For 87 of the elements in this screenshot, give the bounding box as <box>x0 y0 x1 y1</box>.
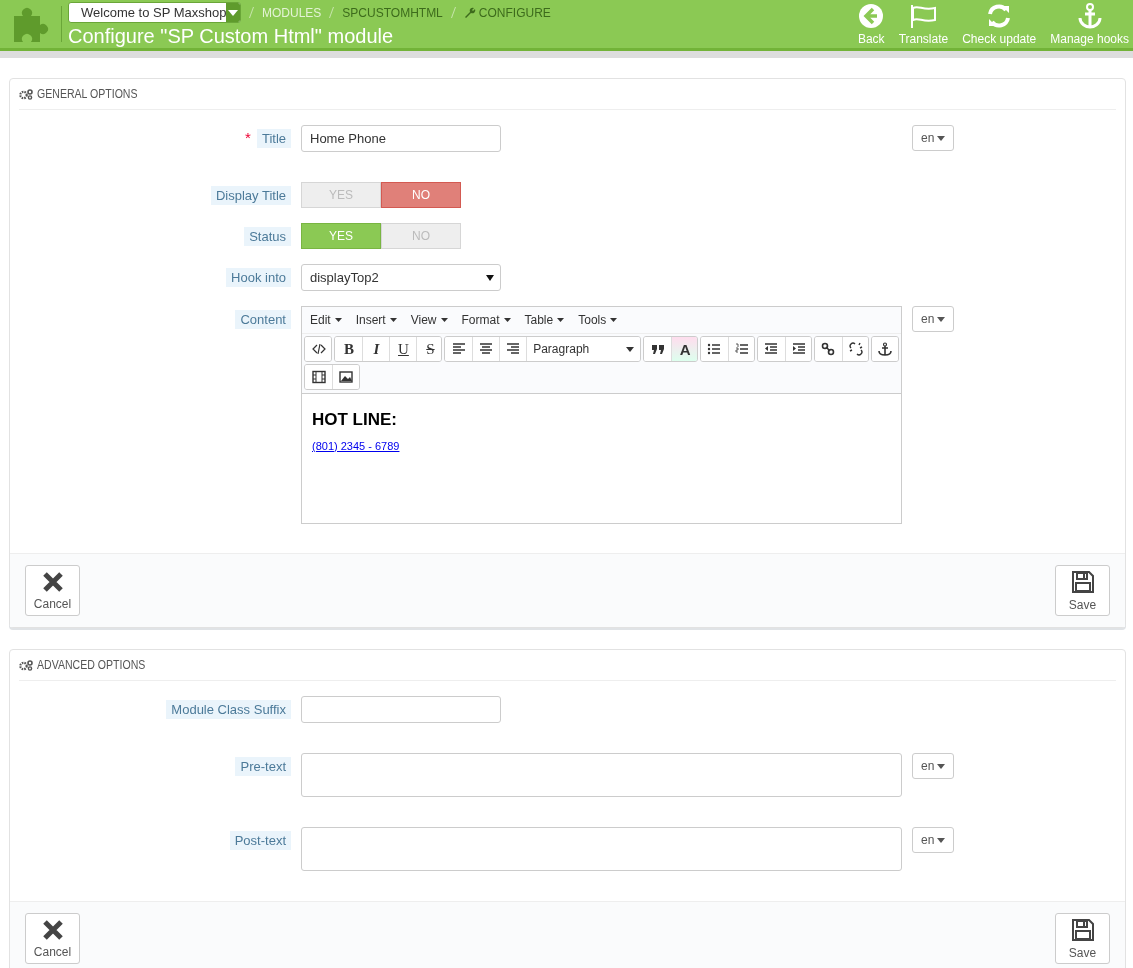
editor-menu[interactable]: View <box>410 313 448 327</box>
flag-icon <box>909 2 938 29</box>
quote-icon <box>650 342 665 356</box>
outdent-button[interactable] <box>757 337 785 361</box>
image-button[interactable] <box>332 365 359 389</box>
text-field[interactable] <box>301 696 501 723</box>
italic-button[interactable]: I <box>362 337 390 361</box>
numbers-button[interactable] <box>727 337 754 361</box>
aligncenter-icon <box>479 342 494 356</box>
select-field[interactable]: displayTop2 <box>301 264 501 291</box>
field-label: Content <box>235 310 291 329</box>
shop-select[interactable]: Welcome to SP Maxshop <box>68 2 241 23</box>
required-mark: * <box>245 129 251 146</box>
link-icon <box>821 342 836 356</box>
bullets-button[interactable] <box>700 337 728 361</box>
video-button[interactable] <box>305 365 332 389</box>
field-label: Title <box>256 129 291 148</box>
editor-menu[interactable]: Edit <box>310 313 342 327</box>
caret-icon <box>486 274 494 281</box>
close-icon <box>41 918 64 941</box>
unlink-icon <box>848 342 863 356</box>
caret-icon <box>937 763 946 769</box>
alignright-icon <box>506 342 521 356</box>
alignright-button[interactable] <box>499 337 527 361</box>
gears-icon <box>19 659 33 671</box>
editor-menu[interactable]: Tools <box>578 313 618 327</box>
save-button[interactable]: Save <box>1055 565 1110 616</box>
wrench-icon <box>463 6 476 19</box>
field-label: Module Class Suffix <box>166 700 291 719</box>
refresh-icon <box>986 2 1013 29</box>
field-label: Display Title <box>210 186 291 205</box>
caret-icon <box>334 318 342 322</box>
language-dropdown[interactable]: en <box>912 753 955 779</box>
aligncenter-button[interactable] <box>472 337 500 361</box>
language-dropdown[interactable]: en <box>912 125 955 151</box>
unlink-button[interactable] <box>841 337 868 361</box>
caret-icon <box>440 318 448 322</box>
caret-icon <box>626 346 635 352</box>
underline-button[interactable]: U <box>389 337 417 361</box>
content-heading: HOT LINE: <box>312 410 398 430</box>
alignleft-button[interactable] <box>445 337 473 361</box>
phone-link[interactable]: (801) 2345 - 6789 <box>312 440 400 452</box>
editor-menu[interactable]: Table <box>524 313 565 327</box>
caret-icon <box>228 9 239 16</box>
panel-heading: GENERAL OPTIONS <box>37 87 138 101</box>
alignleft-icon <box>451 342 466 356</box>
color-button[interactable]: A <box>671 337 697 361</box>
anchor-button[interactable] <box>871 337 898 361</box>
cancel-button[interactable]: Cancel <box>25 565 80 616</box>
caret-icon <box>610 318 618 322</box>
source-icon <box>311 342 326 356</box>
caret-icon <box>389 318 397 322</box>
caret-icon <box>937 135 946 141</box>
text-field[interactable]: Home Phone <box>301 125 501 152</box>
field-label: Status <box>244 227 291 246</box>
caret-icon <box>937 316 946 322</box>
field-label: Hook into <box>226 268 291 287</box>
quote-button[interactable] <box>644 337 672 361</box>
close-icon <box>41 570 64 593</box>
link-button[interactable] <box>814 337 842 361</box>
bullets-icon <box>707 342 722 356</box>
panel-heading: ADVANCED OPTIONS <box>37 658 146 672</box>
gears-icon <box>19 88 33 100</box>
caret-icon <box>503 318 511 322</box>
field-label: Post-text <box>229 831 291 850</box>
caret-icon <box>937 837 946 843</box>
language-dropdown[interactable]: en <box>912 827 955 853</box>
page-title: Configure "SP Custom Html" module <box>68 25 395 48</box>
anchor-icon <box>878 342 893 356</box>
save-button[interactable]: Save <box>1055 913 1110 964</box>
video-icon <box>311 370 326 384</box>
image-icon <box>339 370 353 384</box>
editor-menu[interactable]: Format <box>461 313 511 327</box>
caret-icon <box>557 318 565 322</box>
source-button[interactable] <box>305 337 332 361</box>
bold-button[interactable]: B <box>335 337 363 361</box>
language-dropdown[interactable]: en <box>912 306 955 332</box>
indent-button[interactable] <box>784 337 811 361</box>
format-select[interactable]: Paragraph <box>526 337 641 361</box>
strike-button[interactable]: S <box>416 337 442 361</box>
cancel-button[interactable]: Cancel <box>25 913 80 964</box>
field-label: Pre-text <box>235 757 291 776</box>
indent-icon <box>791 342 806 356</box>
editor-menu[interactable]: Insert <box>355 313 397 327</box>
anchor-icon <box>1076 2 1103 29</box>
numbers-icon <box>734 342 749 356</box>
outdent-icon <box>764 342 779 356</box>
